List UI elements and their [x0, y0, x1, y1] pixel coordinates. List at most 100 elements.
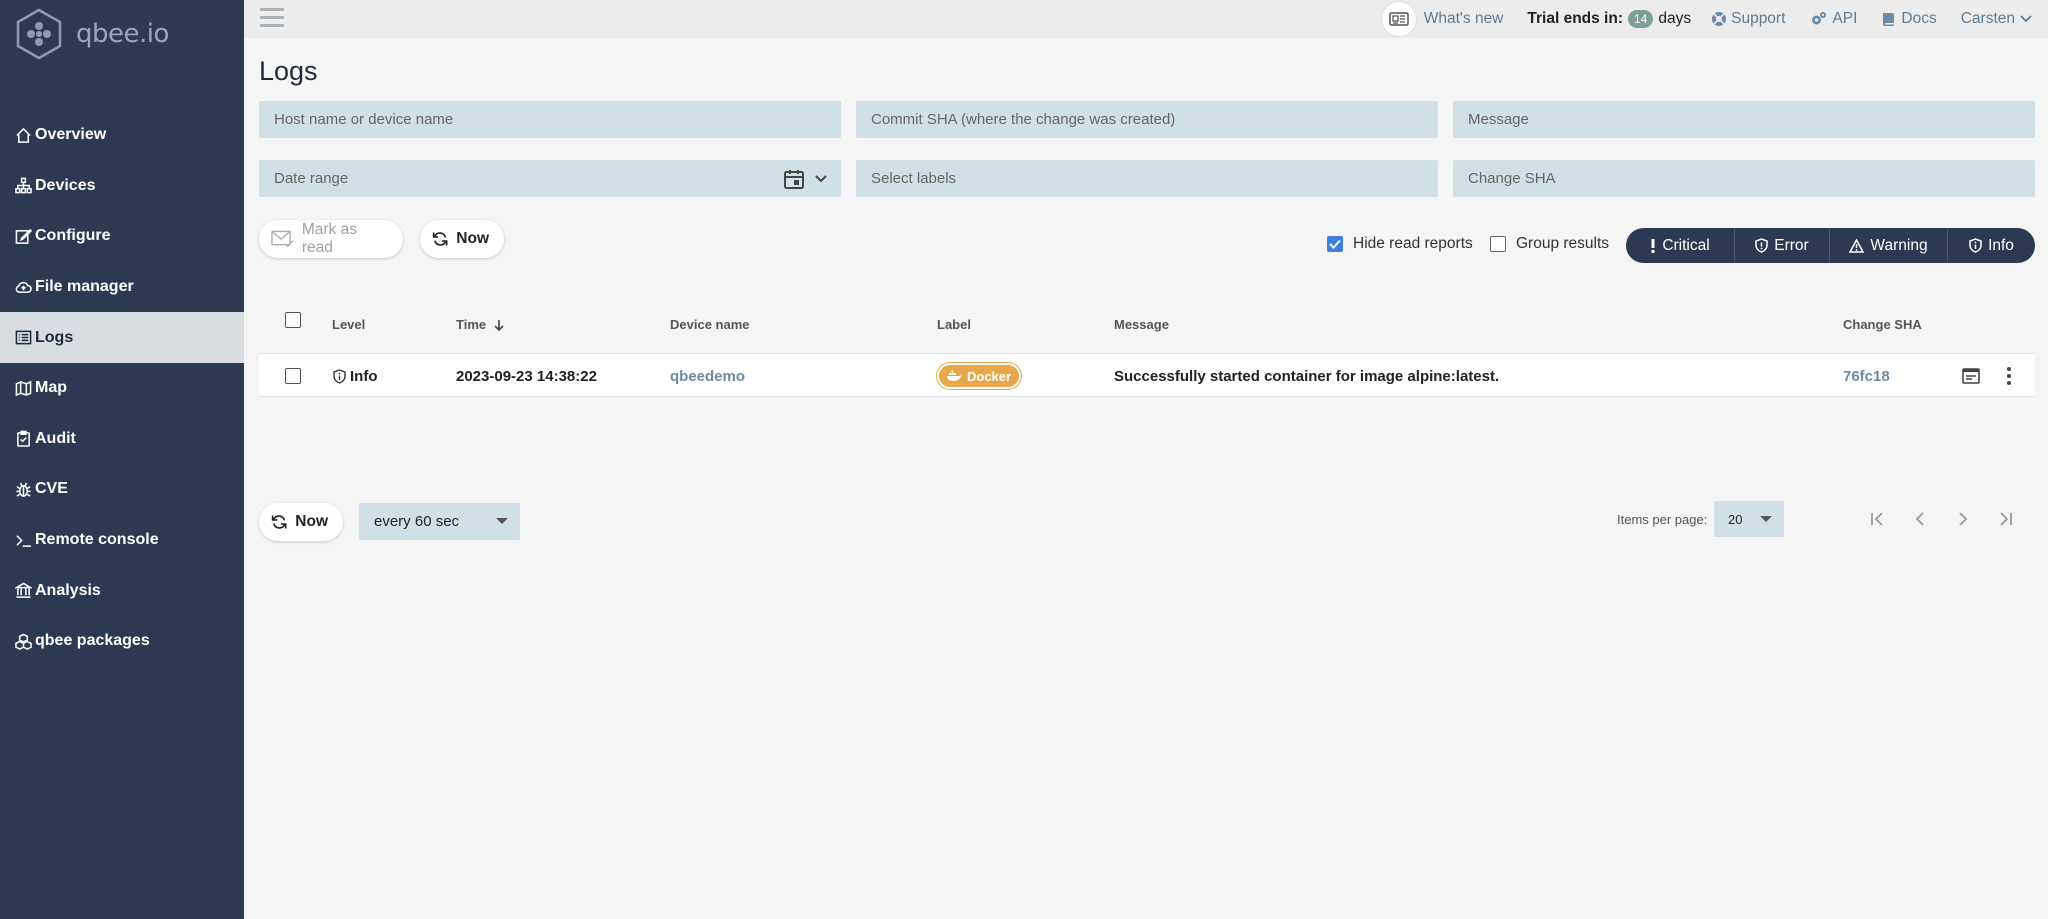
chevron-down-icon[interactable] [811, 169, 831, 189]
host-filter-field[interactable] [259, 101, 841, 138]
sidebar-item-file-manager[interactable]: File manager [0, 262, 244, 313]
refresh-icon [432, 232, 448, 246]
mark-as-read-button[interactable]: Mark as read [259, 220, 403, 258]
sidebar-item-overview[interactable]: Overview [0, 110, 244, 161]
row-device-link[interactable]: qbeedemo [670, 354, 745, 398]
sidebar-item-label: Audit [35, 429, 76, 447]
host-filter-input[interactable] [274, 111, 841, 128]
user-name: Carsten [1960, 10, 2015, 27]
envelope-check-icon [271, 230, 294, 248]
sidebar-item-cve[interactable]: CVE [0, 464, 244, 515]
logo-text: qbee.io [76, 19, 169, 49]
shield-info-icon [1969, 238, 1982, 253]
items-per-page-select[interactable]: 20 [1714, 501, 1784, 537]
caret-down-icon [496, 518, 508, 524]
docs-link[interactable]: Docs [1881, 10, 1937, 28]
refresh-now-label: Now [456, 230, 489, 247]
group-results-checkbox[interactable] [1490, 236, 1506, 252]
level-info-button[interactable]: Info [1948, 228, 2035, 263]
sidebar-item-configure[interactable]: Configure [0, 211, 244, 262]
sidebar-item-remote-console[interactable]: Remote console [0, 515, 244, 566]
clipboard-icon [14, 430, 32, 448]
row-level: Info [333, 354, 378, 398]
column-header-change-sha[interactable]: Change SHA [1843, 317, 1922, 332]
next-page-icon[interactable] [1952, 508, 1974, 530]
column-header-time[interactable]: Time [456, 317, 506, 332]
trial-suffix: days [1658, 10, 1692, 27]
hide-read-reports-toggle[interactable]: Hide read reports [1327, 235, 1473, 253]
group-results-toggle[interactable]: Group results [1490, 235, 1609, 253]
last-page-icon[interactable] [1995, 508, 2017, 530]
change-sha-filter-field[interactable] [1453, 160, 2035, 197]
message-filter-field[interactable] [1453, 101, 2035, 138]
api-link[interactable]: API [1809, 10, 1857, 28]
support-link[interactable]: Support [1711, 10, 1785, 28]
more-options-icon[interactable] [2006, 354, 2012, 398]
labels-select-input[interactable] [871, 170, 1438, 187]
level-error-label: Error [1774, 236, 1809, 254]
date-range-controls [783, 168, 831, 190]
row-message: Successfully started container for image… [1114, 367, 1500, 385]
date-range-input[interactable] [274, 170, 841, 187]
sidebar-item-label: Logs [35, 328, 74, 346]
refresh-now-button-bottom[interactable]: Now [259, 503, 343, 541]
sitemap-icon [14, 177, 32, 195]
refresh-now-label: Now [295, 513, 328, 530]
level-critical-button[interactable]: Critical [1626, 228, 1735, 263]
sidebar-item-logs[interactable]: Logs [0, 312, 244, 363]
row-change-sha-link[interactable]: 76fc18 [1843, 354, 1890, 398]
chevron-down-icon [2020, 15, 2032, 23]
change-sha-filter-input[interactable] [1468, 170, 2035, 187]
row-level-label: Info [350, 367, 378, 385]
sidebar-item-audit[interactable]: Audit [0, 414, 244, 465]
docker-icon [947, 370, 962, 381]
bank-icon [14, 582, 32, 600]
details-icon[interactable] [1961, 354, 1981, 398]
page-title: Logs [259, 56, 318, 86]
column-header-level[interactable]: Level [332, 317, 365, 332]
whats-new-link[interactable]: What's new [1424, 10, 1504, 28]
column-header-label[interactable]: Label [937, 317, 971, 332]
commit-sha-filter-field[interactable] [856, 101, 1438, 138]
newspaper-icon[interactable] [1381, 2, 1416, 36]
hide-read-checkbox[interactable] [1327, 236, 1343, 252]
sidebar-item-label: CVE [35, 480, 68, 498]
map-icon [14, 379, 32, 397]
first-page-icon[interactable] [1866, 508, 1888, 530]
bug-icon [14, 480, 32, 498]
docker-label-badge[interactable]: Docker [937, 363, 1022, 389]
row-time: 2023-09-23 14:38:22 [456, 367, 597, 385]
refresh-now-button[interactable]: Now [420, 220, 504, 258]
column-header-device[interactable]: Device name [670, 317, 750, 332]
hamburger-menu-icon[interactable] [260, 8, 284, 28]
trial-prefix: Trial ends in: [1527, 10, 1623, 27]
trial-days-badge: 14 [1628, 10, 1654, 28]
group-results-label: Group results [1516, 235, 1610, 252]
commit-sha-filter-input[interactable] [871, 111, 1438, 128]
row-select-checkbox[interactable] [285, 354, 301, 398]
sidebar-item-devices[interactable]: Devices [0, 161, 244, 212]
sidebar-item-label: Remote console [35, 531, 159, 549]
select-all-checkbox[interactable] [285, 312, 301, 328]
life-ring-icon [1712, 12, 1727, 26]
sidebar-item-map[interactable]: Map [0, 363, 244, 414]
column-header-message[interactable]: Message [1114, 317, 1169, 332]
caret-down-icon [1760, 516, 1772, 522]
refresh-interval-select[interactable]: every 60 sec [359, 503, 520, 540]
user-menu[interactable]: Carsten [1961, 10, 2032, 28]
level-warning-button[interactable]: Warning [1830, 228, 1948, 263]
table-row[interactable]: Info 2023-09-23 14:38:22 qbeedemo Docker… [259, 353, 2035, 397]
sidebar-item-label: Configure [35, 227, 111, 245]
labels-select-field[interactable] [856, 160, 1438, 197]
level-error-button[interactable]: Error [1735, 228, 1830, 263]
logo[interactable]: qbee.io [14, 8, 169, 60]
sidebar-item-analysis[interactable]: Analysis [0, 565, 244, 616]
support-label: Support [1731, 10, 1786, 27]
exclamation-icon [1651, 238, 1655, 253]
message-filter-input[interactable] [1468, 111, 2035, 128]
previous-page-icon[interactable] [1909, 508, 1931, 530]
sidebar-item-label: Map [35, 379, 67, 397]
calendar-icon[interactable] [783, 168, 805, 190]
sidebar-item-qbee-packages[interactable]: qbee packages [0, 616, 244, 667]
date-range-field[interactable] [259, 160, 841, 197]
